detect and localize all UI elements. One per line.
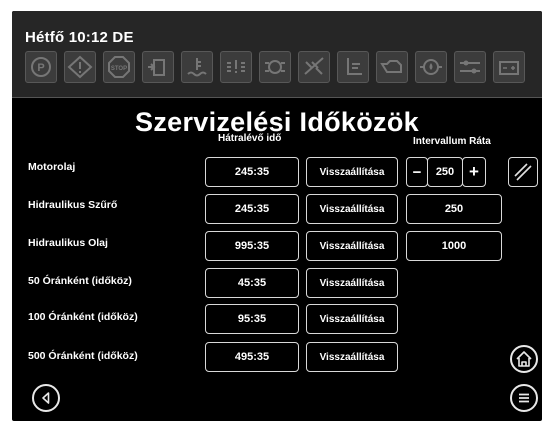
header-bar: Hétfő 10:12 DE P STOP <box>12 11 542 98</box>
exhaust-temperature-icon <box>337 51 369 83</box>
column-header-interval: Intervallum Ráta <box>413 136 491 147</box>
reset-button[interactable]: Visszaállítása <box>306 194 398 224</box>
edit-slash-icon[interactable] <box>508 157 538 187</box>
remaining-time-value: 495:35 <box>205 342 299 372</box>
remaining-time-value: 995:35 <box>205 231 299 261</box>
battery-icon <box>493 51 525 83</box>
reset-button[interactable]: Visszaállítása <box>306 342 398 372</box>
warning-icon-row: P STOP <box>25 51 525 85</box>
interval-value[interactable]: 250 <box>406 194 502 224</box>
clock: Hétfő 10:12 DE <box>25 29 134 46</box>
coolant-temperature-icon <box>181 51 213 83</box>
hydraulic-oil-icon <box>415 51 447 83</box>
reset-button[interactable]: Visszaállítása <box>306 231 398 261</box>
regen-disabled-icon <box>298 51 330 83</box>
remaining-time-value: 245:35 <box>205 157 299 187</box>
back-button[interactable] <box>32 384 60 412</box>
menu-button[interactable] <box>510 384 538 412</box>
interval-value[interactable]: 1000 <box>406 231 502 261</box>
remaining-time-value: 245:35 <box>205 194 299 224</box>
row-label: Motorolaj <box>28 161 76 173</box>
engine-oil-icon <box>376 51 408 83</box>
engine-warning-icon <box>220 51 252 83</box>
remaining-time-value: 95:35 <box>205 304 299 334</box>
decrement-button[interactable]: − <box>406 157 428 187</box>
column-header-remaining: Hátralévő idő <box>218 133 282 144</box>
row-label: Hidraulikus Olaj <box>28 237 108 249</box>
increment-button[interactable]: + <box>462 157 486 187</box>
transmission-warning-icon <box>259 51 291 83</box>
stop-icon: STOP <box>103 51 135 83</box>
hydraulic-filter-icon <box>454 51 486 83</box>
fuel-filter-icon <box>142 51 174 83</box>
home-button[interactable] <box>510 345 538 373</box>
row-label: 100 Óránként (időköz) <box>28 311 138 323</box>
row-label: 50 Óránként (időköz) <box>28 275 132 287</box>
home-icon <box>516 351 532 367</box>
svg-text:STOP: STOP <box>111 66 127 72</box>
svg-text:P: P <box>37 62 44 74</box>
reset-button[interactable]: Visszaállítása <box>306 268 398 298</box>
parking-brake-icon: P <box>25 51 57 83</box>
warning-triangle-icon <box>64 51 96 83</box>
screen: Hétfő 10:12 DE P STOP Szervizelési Időkö… <box>12 11 542 421</box>
back-arrow-icon <box>42 392 50 404</box>
reset-button[interactable]: Visszaállítása <box>306 157 398 187</box>
row-label: Hidraulikus Szűrő <box>28 199 118 211</box>
reset-button[interactable]: Visszaállítása <box>306 304 398 334</box>
row-label: 500 Óránként (időköz) <box>28 350 138 362</box>
interval-stepper-value[interactable]: 250 <box>427 157 463 187</box>
menu-icon <box>519 393 529 403</box>
remaining-time-value: 45:35 <box>205 268 299 298</box>
